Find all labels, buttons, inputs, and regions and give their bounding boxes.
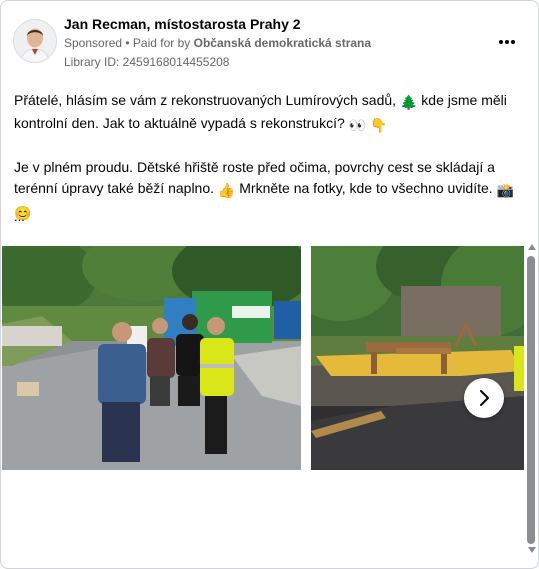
thumbs-up-emoji-icon: 👍 — [217, 182, 236, 198]
library-id: Library ID: 2459168014455208 — [64, 55, 230, 69]
sponsored-meta: Sponsored • Paid for by Občanská demokra… — [64, 36, 371, 50]
page-name[interactable]: Jan Recman, místostarosta Prahy 2 — [64, 16, 301, 32]
scroll-down-arrow-icon[interactable] — [528, 547, 536, 553]
post-paragraph-2: Je v plném proudu. Dětské hřiště roste p… — [14, 157, 519, 224]
see-more-ellipsis[interactable]: ... — [14, 209, 25, 224]
avatar[interactable] — [13, 19, 57, 63]
meta-separator: • — [122, 36, 133, 50]
pointing-down-emoji-icon: 👇 — [369, 117, 388, 133]
carousel-photo-2[interactable] — [311, 246, 524, 470]
more-options-button[interactable] — [495, 29, 519, 53]
ad-card: Jan Recman, místostarosta Prahy 2 Sponso… — [0, 0, 539, 569]
carousel-photo-1[interactable] — [2, 246, 301, 470]
carousel-next-button[interactable] — [464, 378, 504, 418]
eyes-emoji-icon: 👀 — [348, 117, 367, 133]
scrollbar[interactable] — [525, 244, 538, 556]
sponsored-label: Sponsored — [64, 36, 123, 50]
scroll-up-arrow-icon[interactable] — [528, 244, 536, 250]
post-paragraph-1: Přátelé, hlásím se vám z rekonstruovanýc… — [14, 90, 519, 136]
tree-emoji-icon: 🌲 — [399, 94, 418, 110]
more-horizontal-icon — [499, 40, 503, 44]
paid-for-prefix: Paid for by — [132, 36, 194, 50]
scrollbar-thumb[interactable] — [527, 256, 535, 544]
chevron-right-icon — [480, 390, 489, 406]
payer-name[interactable]: Občanská demokratická strana — [194, 36, 371, 50]
camera-emoji-icon: 📸 — [496, 182, 515, 198]
post-text: Přátelé, hlásím se vám z rekonstruovanýc… — [14, 90, 519, 224]
